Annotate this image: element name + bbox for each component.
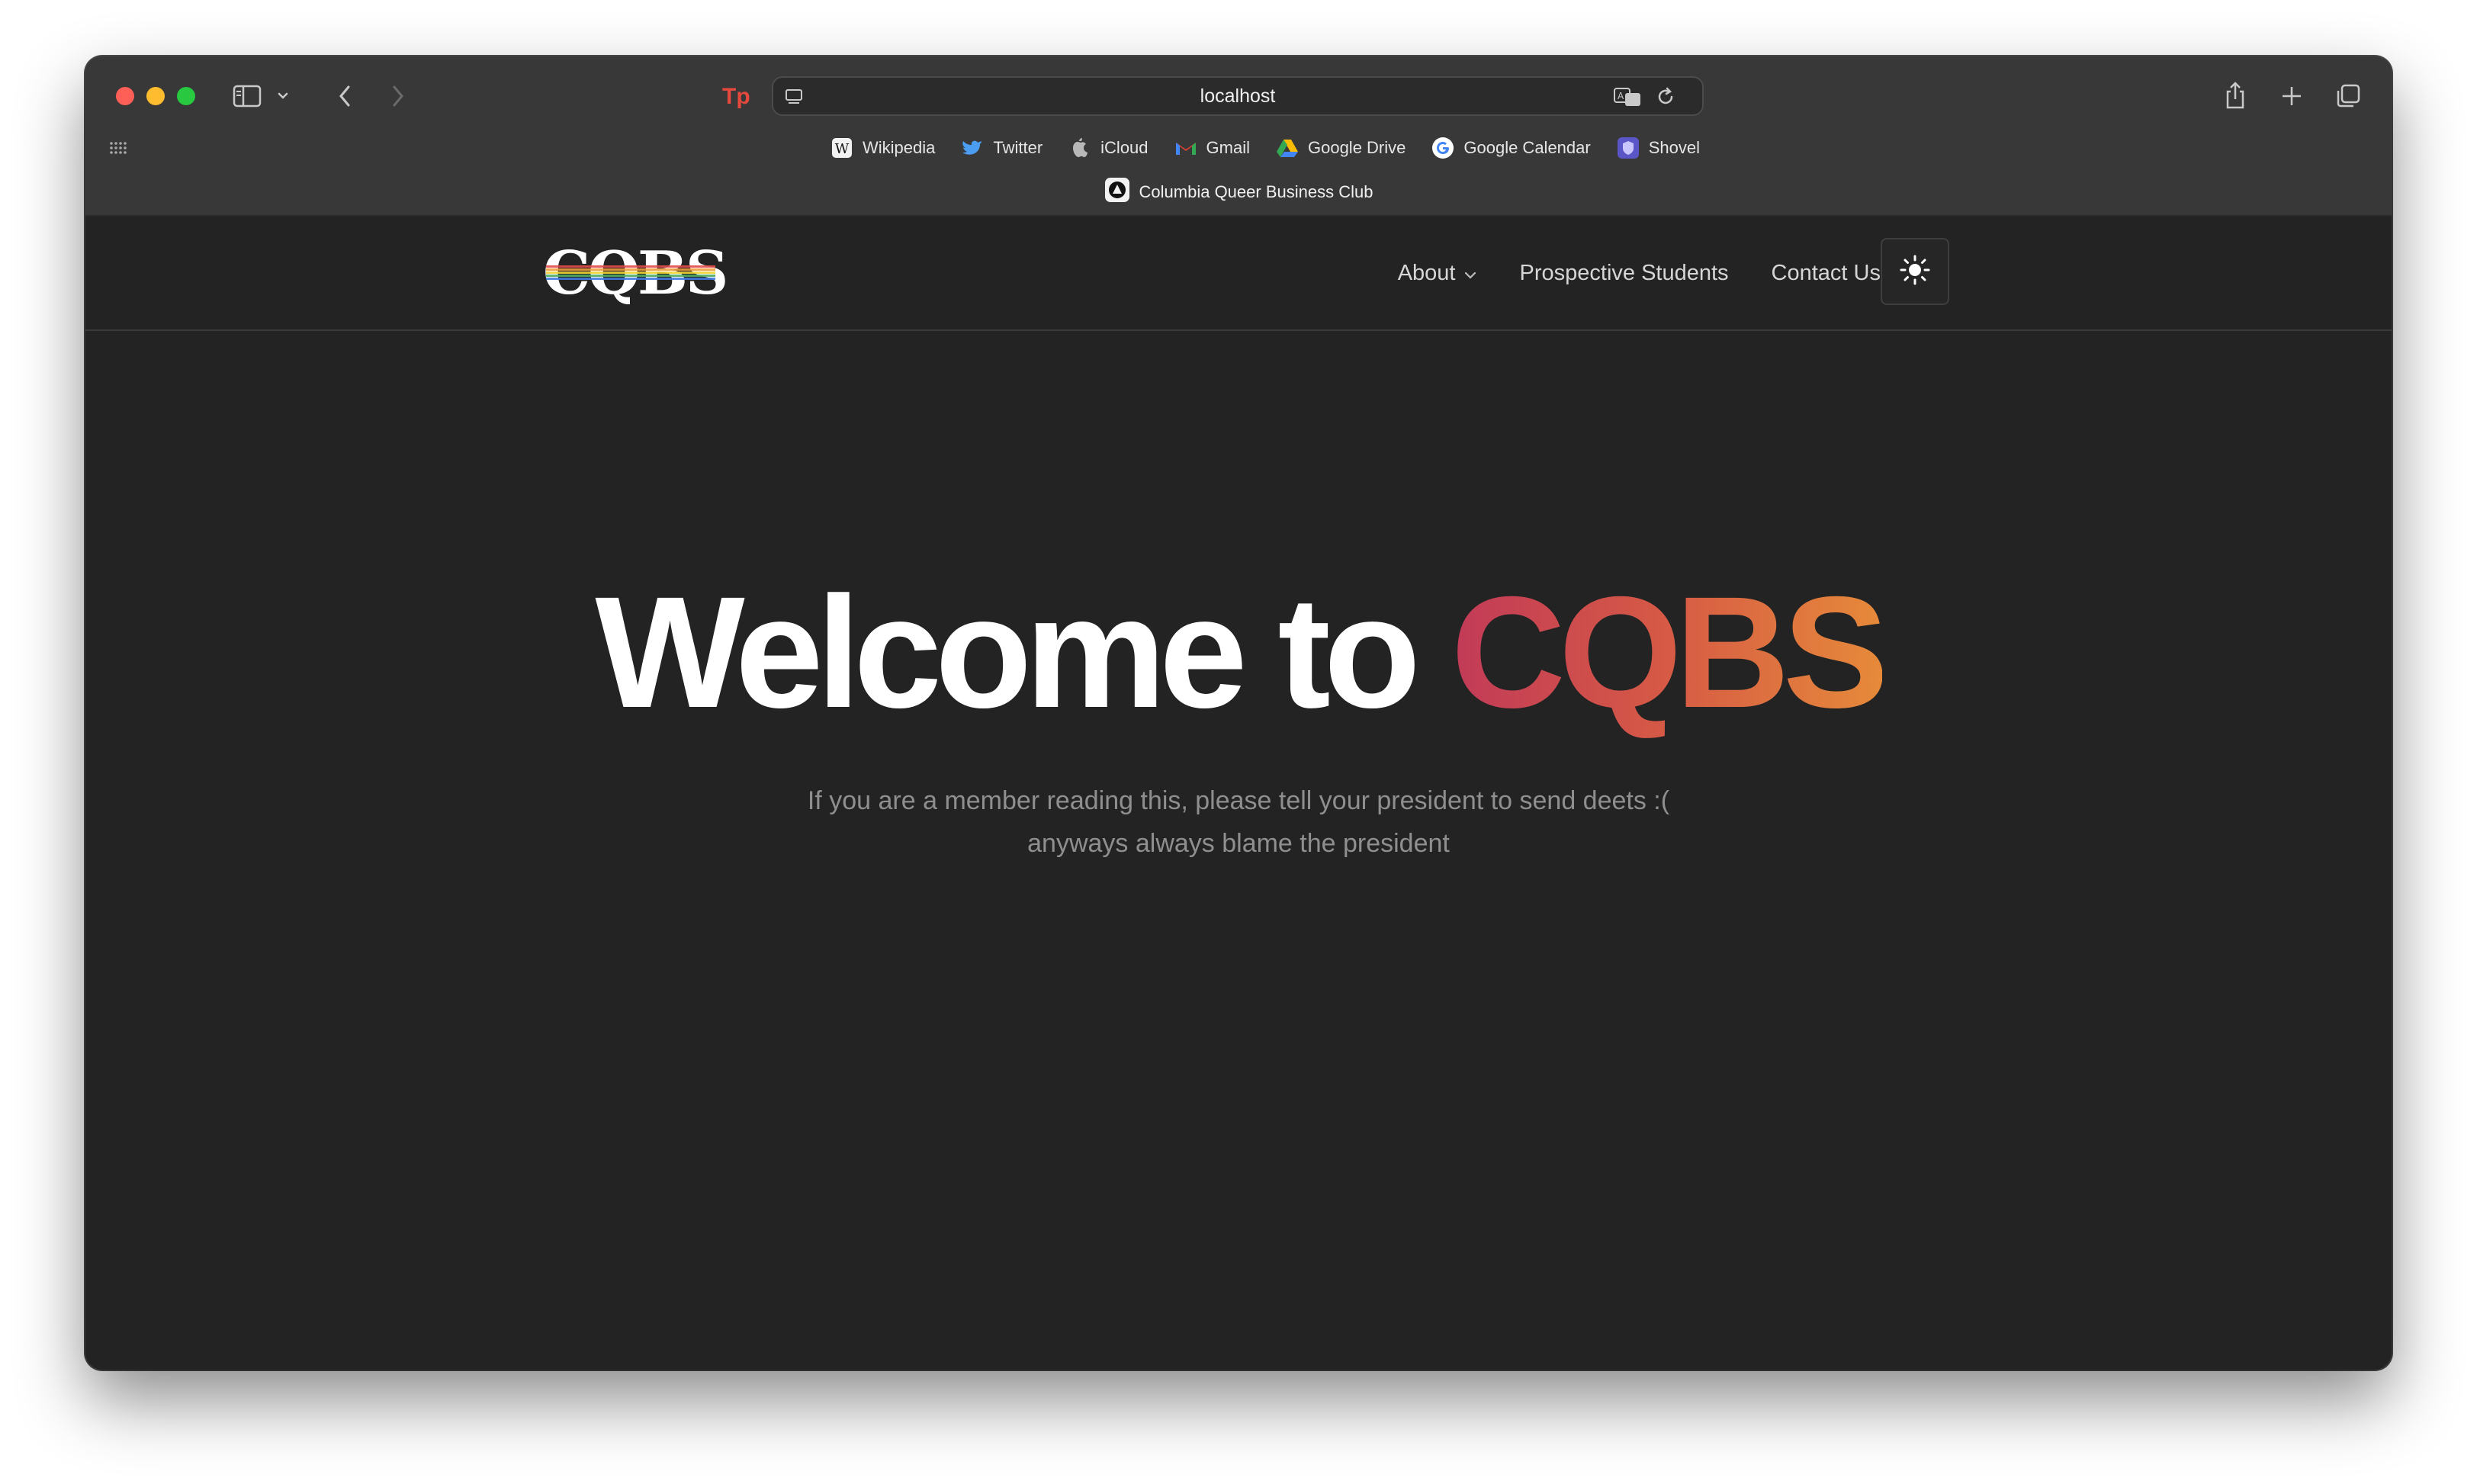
address-bar[interactable]: localhost A xyxy=(772,76,1704,116)
chevron-down-icon[interactable] xyxy=(275,87,291,105)
hero-subtitle-line1: If you are a member reading this, please… xyxy=(807,786,1670,815)
active-tab[interactable]: Columbia Queer Business Club xyxy=(85,177,2392,207)
tab-title: Columbia Queer Business Club xyxy=(1139,182,1373,201)
bookmark-label: Wikipedia xyxy=(862,138,936,157)
share-icon[interactable] xyxy=(2219,78,2251,113)
favorites-bar: W Wikipedia Twitter iCloud Gmail Google … xyxy=(85,133,2392,163)
bookmark-icloud[interactable]: iCloud xyxy=(1068,137,1149,159)
bookmark-shovel[interactable]: Shovel xyxy=(1617,137,1700,159)
pride-stripes-icon xyxy=(546,265,715,280)
hero-subtitle: If you are a member reading this, please… xyxy=(85,779,2392,865)
hero-title: Welcome to CQBS xyxy=(85,573,2392,732)
translate-icon[interactable]: A xyxy=(1612,84,1643,110)
bookmark-google-drive[interactable]: Google Drive xyxy=(1276,137,1406,159)
apple-icon xyxy=(1068,137,1091,159)
close-window-button[interactable] xyxy=(116,87,134,105)
svg-text:A: A xyxy=(1618,91,1624,101)
url-text: localhost xyxy=(1200,85,1276,107)
google-icon xyxy=(1431,137,1454,159)
bookmark-twitter[interactable]: Twitter xyxy=(961,137,1043,159)
hero-subtitle-line2: anyways always blame the president xyxy=(1027,829,1450,858)
gmail-icon xyxy=(1174,137,1197,159)
site-logo[interactable]: CQBS xyxy=(543,238,728,308)
back-button[interactable] xyxy=(329,79,360,113)
nav-about-label: About xyxy=(1397,260,1456,285)
nav-about[interactable]: About xyxy=(1398,261,1477,286)
browser-window: Tp localhost A W Wikipedia Twitter iClou… xyxy=(85,56,2392,1370)
bookmark-label: Shovel xyxy=(1648,138,1700,157)
sidebar-toggle-icon[interactable] xyxy=(230,79,264,113)
zoom-window-button[interactable] xyxy=(177,87,195,105)
bookmark-label: Gmail xyxy=(1206,138,1250,157)
nav-prospective-label: Prospective Students xyxy=(1519,260,1729,285)
bookmark-label: Google Calendar xyxy=(1463,138,1591,157)
site-favicon-icon xyxy=(1104,177,1130,207)
site-header: CQBS About Prospective Students Contact … xyxy=(85,217,2392,331)
hero-title-prefix: Welcome to xyxy=(595,564,1451,741)
twitter-icon xyxy=(961,137,984,159)
bookmark-gmail[interactable]: Gmail xyxy=(1174,137,1250,159)
wikipedia-icon: W xyxy=(830,137,853,159)
svg-text:W: W xyxy=(835,141,850,157)
theme-toggle-button[interactable] xyxy=(1881,238,1949,305)
browser-toolbar: Tp localhost A W Wikipedia Twitter iClou… xyxy=(85,56,2392,217)
sun-icon xyxy=(1898,253,1932,291)
svg-text:Tp: Tp xyxy=(722,84,750,109)
chevron-down-icon xyxy=(1463,261,1477,286)
tab-overview-icon[interactable] xyxy=(2332,79,2364,113)
extension-tp-icon[interactable]: Tp xyxy=(718,79,753,113)
bookmark-wikipedia[interactable]: W Wikipedia xyxy=(830,137,935,159)
bookmark-google-calendar[interactable]: Google Calendar xyxy=(1431,137,1591,159)
nav-prospective-students[interactable]: Prospective Students xyxy=(1520,261,1729,286)
nav-contact-label: Contact Us xyxy=(1771,260,1881,285)
minimize-window-button[interactable] xyxy=(146,87,165,105)
bookmark-label: iCloud xyxy=(1100,138,1149,157)
window-controls xyxy=(116,87,195,105)
reload-icon[interactable] xyxy=(1650,84,1681,110)
hero-title-accent: CQBS xyxy=(1451,564,1889,741)
forward-button[interactable] xyxy=(383,79,413,113)
main-nav: About Prospective Students Contact Us xyxy=(1398,238,1881,308)
bookmark-label: Twitter xyxy=(993,138,1043,157)
bookmark-label: Google Drive xyxy=(1307,138,1406,157)
shovel-icon xyxy=(1617,137,1640,159)
google-drive-icon xyxy=(1276,137,1299,159)
new-tab-icon[interactable] xyxy=(2276,79,2308,113)
nav-contact-us[interactable]: Contact Us xyxy=(1772,261,1881,286)
